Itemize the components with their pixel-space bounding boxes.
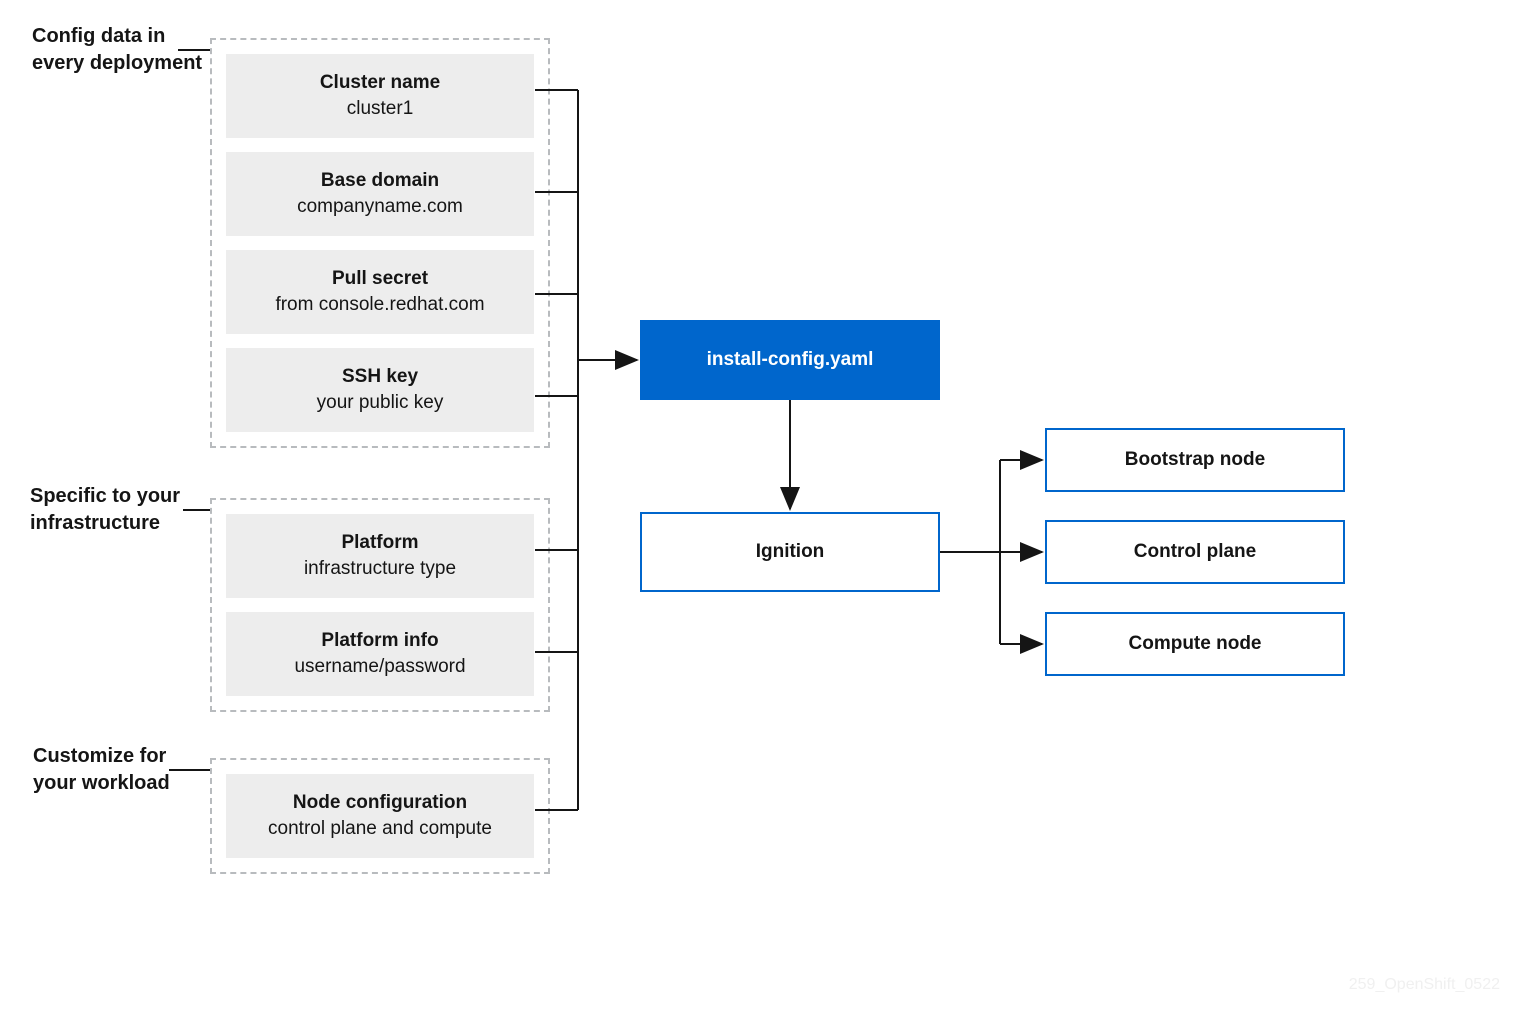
main-connectors <box>0 0 1520 1012</box>
watermark: 259_OpenShift_0522 <box>1349 976 1500 994</box>
